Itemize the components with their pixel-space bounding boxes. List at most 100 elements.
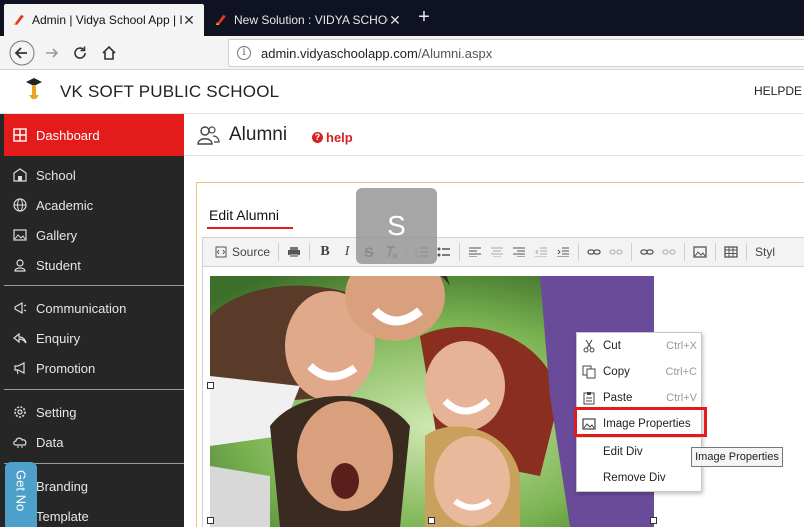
resize-handle[interactable] [207,382,214,389]
close-tab-icon[interactable]: ✕ [388,12,402,29]
address-bar[interactable]: i admin.vidyaschoolapp.com/Alumni.aspx [228,39,804,67]
table-button[interactable] [720,242,742,262]
align-center-button[interactable] [486,242,508,262]
sidebar-item-dashboard[interactable]: Dashboard [4,114,184,156]
sidebar-item-label: Communication [36,300,127,316]
toolbar-separator [278,243,280,261]
bullet-list-icon [437,247,451,257]
dashboard-icon [12,127,28,143]
home-icon [102,45,116,60]
sidebar-item-setting[interactable]: Setting [4,397,184,427]
school-icon [12,167,28,183]
reload-icon [74,46,86,59]
resize-handle[interactable] [650,517,657,524]
context-menu-item-cut[interactable]: Cut Ctrl+X [577,334,701,358]
home-button[interactable] [95,39,123,67]
sidebar-item-label: Setting [36,404,77,420]
outdent-icon [535,247,548,257]
back-arrow-icon [9,40,35,66]
copy-icon [582,365,596,379]
align-right-icon [513,247,526,257]
toolbar-separator [684,243,686,261]
source-icon [215,246,227,258]
forward-arrow-icon [46,48,59,58]
browser-window: Admin | Vidya School App | It's ✕ New So… [0,0,804,527]
anchor-link-button[interactable] [636,242,658,262]
editor-toolbar: Source B I S 123 [202,237,804,267]
sidebar-item-academic[interactable]: Academic [4,190,184,220]
close-tab-icon[interactable]: ✕ [182,12,196,29]
align-right-button[interactable] [508,242,530,262]
info-icon[interactable]: i [237,46,251,60]
resize-handle[interactable] [428,517,435,524]
sidebar-item-label: School [36,167,76,183]
back-button[interactable] [8,39,36,67]
print-icon [288,247,301,257]
indent-icon [557,247,570,257]
school-logo[interactable] [18,76,50,108]
paste-icon [582,391,596,405]
user-avatar[interactable]: S [356,188,437,264]
link-icon [640,249,654,255]
sidebar-divider [4,285,184,286]
tab-bar: Admin | Vidya School App | It's ✕ New So… [0,0,804,36]
sidebar-item-gallery[interactable]: Gallery [4,220,184,250]
sidebar-item-label: Dashboard [36,127,100,143]
insert-image-button[interactable] [689,242,711,262]
edit-panel-title: Edit Alumni [209,207,280,223]
school-name: VK SOFT PUBLIC SCHOOL [60,82,280,101]
indent-button[interactable] [552,242,574,262]
sidebar-item-data[interactable]: Data [4,427,184,457]
toolbar-separator [309,243,311,261]
unlink-button[interactable] [605,242,627,262]
gear-icon [12,404,28,420]
site-header: VK SOFT PUBLIC SCHOOL HELPDE [0,70,804,114]
context-menu-item-copy[interactable]: Copy Ctrl+C [577,360,701,384]
sidebar-item-student[interactable]: Student [4,250,184,280]
reload-button[interactable] [66,39,94,67]
tab-title: New Solution : VIDYA SCHOOL [234,13,388,27]
styles-dropdown[interactable]: Styl [751,242,775,262]
align-left-button[interactable] [464,242,486,262]
toolbar-separator [746,243,748,261]
bold-button[interactable]: B [314,242,336,262]
url-host: admin.vidyaschoolapp.com [261,45,418,61]
forward-button[interactable] [38,39,66,67]
page-title: Alumni [229,124,288,145]
sidebar-item-school[interactable]: School [4,160,184,190]
sidebar-item-label: Academic [36,197,94,213]
tab-admin[interactable]: Admin | Vidya School App | It's ✕ [4,4,204,36]
vidya-favicon-icon [12,13,26,27]
sidebar-item-label: Enquiry [36,330,81,346]
globe-icon [12,197,28,213]
new-tab-button[interactable]: + [412,6,436,30]
sidebar-item-communication[interactable]: Communication [4,293,184,323]
sidebar-item-label: Branding [36,478,89,494]
helpdesk-link[interactable]: HELPDE [754,84,802,98]
scissors-icon [582,339,596,353]
source-button[interactable]: Source [211,242,274,262]
toolbar-separator [715,243,717,261]
image-icon [693,246,707,258]
table-icon [724,246,738,258]
tab-new-solution[interactable]: New Solution : VIDYA SCHOOL ✕ [206,4,410,36]
context-menu-item-edit-div[interactable]: Edit Div [577,440,701,464]
link-icon [587,249,601,255]
align-left-icon [469,247,482,257]
resize-handle[interactable] [207,517,214,524]
print-button[interactable] [283,242,305,262]
url-path: /Alumni.aspx [417,45,493,61]
get-notified-tab[interactable]: Get No [5,462,37,527]
sidebar-item-enquiry[interactable]: Enquiry [4,323,184,353]
help-link[interactable]: ? help [312,130,353,145]
link-button[interactable] [583,242,605,262]
unlink-icon [662,249,676,255]
bullhorn-icon [12,360,28,376]
title-underline [207,227,293,229]
reply-icon [12,330,28,346]
sidebar-item-promotion[interactable]: Promotion [4,353,184,383]
context-menu-item-remove-div[interactable]: Remove Div [577,466,701,490]
italic-button[interactable]: I [336,242,358,262]
outdent-button[interactable] [530,242,552,262]
anchor-unlink-button[interactable] [658,242,680,262]
